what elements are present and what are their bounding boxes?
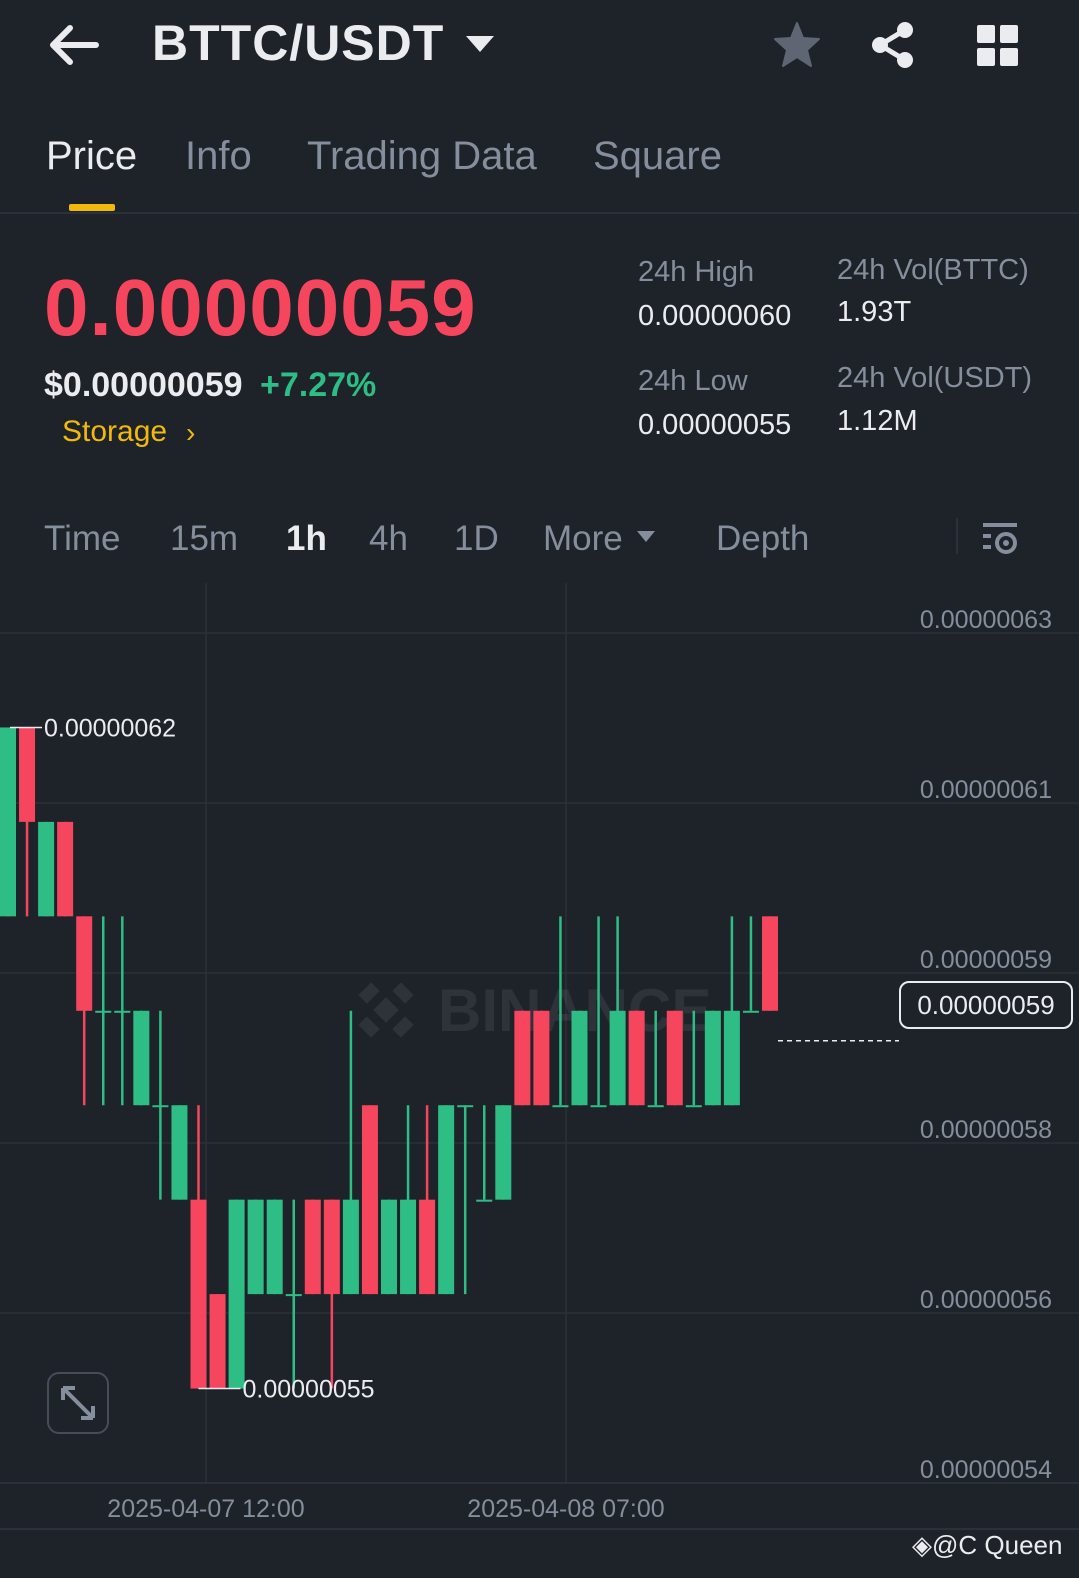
candle-body <box>609 1010 626 1106</box>
y-tick-label: 0.00000054 <box>920 1456 1052 1484</box>
stat-low-value: 0.00000055 <box>638 409 792 441</box>
stat-low-label: 24h Low <box>638 365 748 397</box>
candle-body <box>514 1010 531 1106</box>
candle-body <box>209 1294 226 1389</box>
y-tick-label: 0.00000058 <box>920 1116 1052 1144</box>
stat-vol-quote-value: 1.12M <box>837 405 918 437</box>
candle-body <box>171 1105 188 1200</box>
candle-body <box>266 1199 283 1295</box>
y-tick-label: 0.00000063 <box>920 606 1052 634</box>
interval-1h[interactable]: 1h <box>286 519 327 559</box>
low-marker-label: 0.00000055 <box>243 1376 375 1404</box>
interval-15m[interactable]: 15m <box>170 519 238 559</box>
x-tick-label: 2025-04-07 12:00 <box>107 1495 304 1523</box>
stat-vol-quote-label: 24h Vol(USDT) <box>837 362 1033 394</box>
storage-tag[interactable]: Storage <box>62 415 167 449</box>
last-price: 0.00000059 <box>44 263 477 352</box>
interval-separator <box>956 518 958 554</box>
x-tick-label: 2025-04-08 07:00 <box>467 1495 664 1523</box>
chevron-right-icon[interactable]: › <box>186 417 195 449</box>
candle-body <box>400 1199 417 1295</box>
candle-body <box>552 1105 569 1108</box>
candle-body <box>0 727 16 917</box>
active-tab-indicator <box>69 204 115 211</box>
tab-info[interactable]: Info <box>185 134 252 179</box>
candle-body <box>304 1199 321 1295</box>
stat-vol-base-label: 24h Vol(BTTC) <box>837 254 1029 286</box>
candle-body <box>742 1010 759 1013</box>
candle-body <box>38 821 55 917</box>
candle-body <box>457 1105 474 1108</box>
candle-body <box>723 1010 740 1106</box>
candle-body <box>114 1010 131 1013</box>
candle-body <box>323 1199 340 1295</box>
expand-icon[interactable] <box>47 1372 109 1434</box>
candle-body <box>19 727 36 822</box>
stat-high-value: 0.00000060 <box>638 300 792 332</box>
back-arrow-icon[interactable] <box>48 22 100 68</box>
chart-labels: 0.00000063 0.00000061 0.00000059 0.00000058… <box>10 606 1052 1523</box>
candle-body <box>133 1010 150 1106</box>
candle-body <box>247 1199 264 1295</box>
stat-high-label: 24h High <box>638 256 755 288</box>
candle-body <box>571 1010 588 1106</box>
pair-title[interactable]: BTTC/USDT <box>152 14 444 72</box>
candle-body <box>495 1105 512 1200</box>
candle-body <box>666 1010 683 1106</box>
tabs-divider <box>0 212 1079 214</box>
tab-price[interactable]: Price <box>46 134 137 179</box>
candle-body <box>533 1010 550 1106</box>
interval-more[interactable]: More <box>543 519 623 559</box>
candlestick-chart[interactable]: BINANCE 0.000000630.000000610.000000590.… <box>0 583 1079 1528</box>
y-tick-label: 0.00000059 <box>920 946 1052 974</box>
interval-depth[interactable]: Depth <box>716 519 809 559</box>
candle-body <box>342 1199 359 1295</box>
candle-body <box>76 916 93 1011</box>
interval-1d[interactable]: 1D <box>454 519 499 559</box>
y-tick-label: 0.00000056 <box>920 1286 1052 1314</box>
candles <box>0 727 778 1389</box>
candle-body <box>685 1105 702 1108</box>
candle-body <box>628 1010 645 1106</box>
candle-body <box>438 1105 455 1295</box>
current-price-label: 0.00000059 <box>899 981 1073 1029</box>
candle-body <box>285 1294 302 1297</box>
watermark-credit: ◈@C Queen <box>912 1530 1062 1561</box>
chart-settings-icon[interactable] <box>980 518 1020 558</box>
grid-icon[interactable] <box>976 24 1020 68</box>
caret-down-icon[interactable] <box>637 531 655 542</box>
candle-body <box>762 916 778 1011</box>
candle-body <box>704 1010 721 1106</box>
binance-logo-icon: ◈ <box>912 1530 932 1560</box>
candle-body <box>647 1105 664 1108</box>
candle-body <box>152 1105 169 1108</box>
interval-time[interactable]: Time <box>44 519 120 559</box>
candle-body <box>228 1199 245 1389</box>
candle-body <box>361 1105 378 1295</box>
candle-body <box>590 1105 607 1108</box>
change-percent: +7.27% <box>260 366 377 404</box>
candle-body <box>381 1199 397 1295</box>
tab-trading-data[interactable]: Trading Data <box>307 134 537 179</box>
usd-price: $0.00000059 <box>44 366 243 404</box>
candle-body <box>419 1199 436 1295</box>
interval-4h[interactable]: 4h <box>369 519 408 559</box>
high-marker-label: 0.00000062 <box>44 714 176 742</box>
caret-down-icon[interactable] <box>466 36 494 52</box>
candle-body <box>476 1199 493 1202</box>
candle-body <box>190 1199 207 1389</box>
candle-body <box>57 821 74 917</box>
y-tick-label: 0.00000061 <box>920 776 1052 804</box>
share-icon[interactable] <box>868 20 918 70</box>
credit-text: @C Queen <box>932 1530 1063 1560</box>
tab-square[interactable]: Square <box>593 134 722 179</box>
stat-vol-base-value: 1.93T <box>837 296 912 328</box>
candle-body <box>95 1010 112 1013</box>
star-icon[interactable] <box>772 20 822 70</box>
